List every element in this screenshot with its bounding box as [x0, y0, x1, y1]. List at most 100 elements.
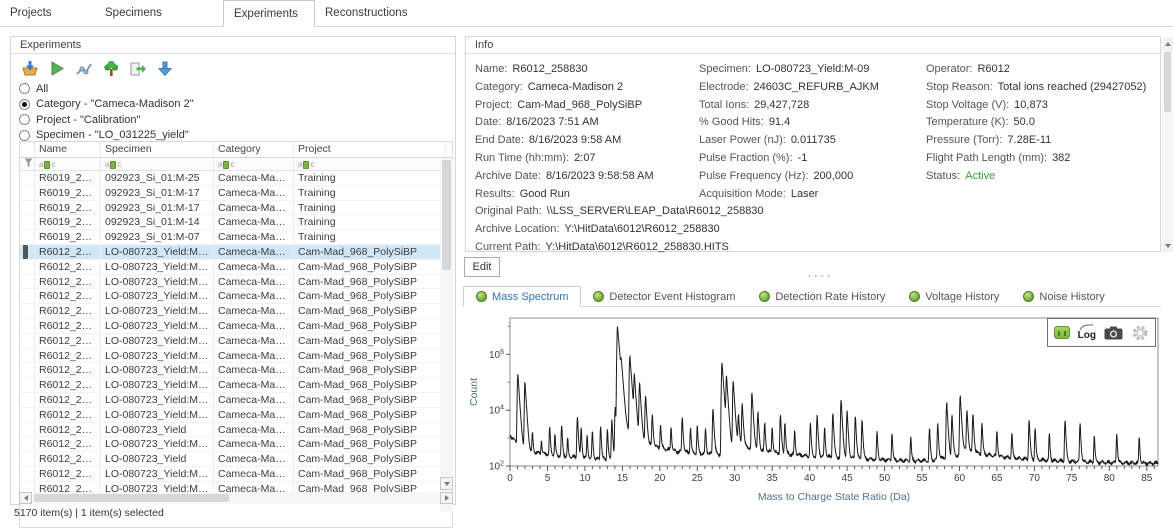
table-row[interactable]: R6019_261062092923_Si_01:M-14Cameca-Madi…: [20, 215, 452, 231]
radio-label: Category - "Cameca-Madison 2": [36, 98, 194, 110]
table-row[interactable]: R6012_258795LO-080723_YieldCameca-Madiso…: [20, 452, 452, 467]
info-vscroll-up-icon[interactable]: [1162, 38, 1173, 50]
table-row[interactable]: R6012_258823LO-080723_Yield:M-07Cameca-M…: [20, 333, 452, 349]
row-project: Cam-Mad_968_PolySiBP: [294, 289, 446, 304]
table-row[interactable]: R6019_261064092923_Si_01:M-17Cameca-Madi…: [20, 185, 452, 201]
info-panel: Info Name: R6012_258830 Category: Cameca-Ma…: [465, 36, 1161, 253]
radio-icon: [19, 129, 30, 141]
radio-label: Project - "Calibration": [36, 113, 141, 126]
download-icon[interactable]: [155, 59, 175, 78]
table-row[interactable]: R6012_258830LO-080723_Yield:M-09Cameca-M…: [20, 244, 452, 260]
filter-radio-project[interactable]: Project - "Calibration": [19, 112, 140, 127]
filter-radio-category[interactable]: Category - "Cameca-Madison 2": [19, 97, 194, 112]
table-hscroll-left-icon[interactable]: [19, 492, 32, 504]
row-name: R6012_258824: [35, 318, 101, 333]
tree-view-icon[interactable]: [101, 59, 121, 78]
filter-cell-specimen[interactable]: ac: [101, 158, 214, 170]
table-hscroll-right-icon[interactable]: [440, 492, 453, 504]
tab-projects[interactable]: Projects: [0, 0, 95, 27]
row-indicator-cell: [20, 363, 35, 378]
info-field-label: Archive Date:: [475, 169, 542, 182]
log-scale-toggle[interactable]: Log: [1078, 324, 1096, 341]
column-header-name[interactable]: Name: [35, 142, 101, 157]
table-row[interactable]: R6019_261063092923_Si_01:M-17Cameca-Madi…: [20, 200, 452, 216]
info-field: Total Ions: 29,427,728: [699, 99, 809, 111]
table-row[interactable]: R6012_258828LO-080723_Yield:M-13Cameca-M…: [20, 259, 452, 275]
export-icon[interactable]: [128, 59, 148, 78]
row-name: R6012_258826: [35, 289, 101, 304]
row-category: Cameca-Madison...: [214, 437, 294, 452]
column-header-category[interactable]: Category: [214, 142, 294, 157]
info-field-value: 24603C_REFURB_AJKM: [753, 80, 879, 93]
row-indicator-cell: [20, 407, 35, 422]
info-field-label: Flight Path Length (mm):: [926, 152, 1048, 164]
table-hscroll-thumb[interactable]: [34, 494, 229, 502]
range-icon[interactable]: [1053, 326, 1070, 339]
info-field: Acquisition Mode: Laser: [699, 188, 818, 200]
calibrate-icon[interactable]: [74, 59, 94, 78]
chart-tab-detection-rate-history[interactable]: Detection Rate History: [747, 286, 897, 307]
row-name: R6012_258800: [35, 392, 101, 407]
run-experiment-icon[interactable]: [47, 59, 67, 78]
info-vscroll-thumb[interactable]: [1164, 52, 1171, 112]
info-vscroll-down-icon[interactable]: [1162, 240, 1173, 252]
row-category: Cameca-Madison...: [214, 200, 294, 215]
table-row[interactable]: R6012_258824LO-080723_Yield:M-04Cameca-M…: [20, 318, 452, 334]
table-vscroll-thumb[interactable]: [442, 160, 451, 270]
row-indicator-cell: [20, 378, 35, 392]
table-row[interactable]: R6012_258826LO-080723_Yield:M-08Cameca-M…: [20, 289, 452, 305]
settings-gear-icon[interactable]: [1131, 324, 1149, 342]
chart-tab-voltage-history[interactable]: Voltage History: [897, 286, 1011, 307]
info-field-label: Project:: [475, 98, 513, 111]
chart-tab-detector-event-histogram[interactable]: Detector Event Histogram: [581, 286, 747, 307]
table-row[interactable]: R6012_258820LO-080723_Yield:M-06Cameca-M…: [20, 378, 452, 393]
x-tick-label: 35: [767, 473, 779, 484]
info-field-value: 8/16/2023 9:58:58 AM: [546, 169, 654, 182]
radio-icon: [19, 83, 30, 94]
table-row[interactable]: R6012_258800LO-080723_Yield:M-10Cameca-M…: [20, 392, 452, 408]
row-category: Cameca-Madison...: [214, 185, 294, 200]
x-tick-label: 40: [804, 473, 816, 484]
column-header-specimen[interactable]: Specimen: [101, 142, 214, 157]
filter-funnel-icon[interactable]: [20, 158, 35, 170]
table-row[interactable]: R6019_261061092923_Si_01:M-07Cameca-Madi…: [20, 230, 452, 245]
table-row[interactable]: R6012_258799LO-080723_Yield:M-02Cameca-M…: [20, 407, 452, 423]
table-row[interactable]: R6012_258821LO-080723_Yield:M-03Cameca-M…: [20, 363, 452, 379]
tab-specimens[interactable]: Specimens: [95, 0, 223, 27]
table-row[interactable]: R6019_261065092923_Si_01:M-25Cameca-Madi…: [20, 171, 452, 186]
tab-experiments[interactable]: Experiments: [223, 0, 315, 27]
x-axis-label: Mass to Charge State Ratio (Da): [758, 491, 910, 503]
filter-cell-category[interactable]: ac: [214, 158, 294, 170]
filter-radio-all[interactable]: All: [19, 81, 48, 96]
table-row[interactable]: R6012_258822LO-080723_Yield:M-11Cameca-M…: [20, 348, 452, 364]
edit-button[interactable]: Edit: [464, 257, 500, 277]
table-row[interactable]: R6012_258827LO-080723_Yield:M-05Cameca-M…: [20, 274, 452, 290]
row-specimen: LO-080723_Yield:M-09: [101, 244, 214, 259]
info-field-label: Name:: [475, 63, 508, 75]
row-project: Cam-Mad_968_PolySiBP: [294, 363, 446, 378]
table-row[interactable]: R6012_258825LO-080723_Yield:M-12Cameca-M…: [20, 304, 452, 319]
row-specimen: LO-080723_Yield:M-13: [101, 259, 214, 274]
info-field-value: R6012: [977, 63, 1010, 75]
row-category: Cameca-Madison...: [214, 318, 294, 333]
info-field-label: Laser Power (nJ):: [699, 134, 786, 147]
panel-splitter-handle[interactable]: ····: [760, 268, 880, 283]
info-field-value: 382: [1052, 152, 1071, 164]
column-header-project[interactable]: Project: [294, 142, 446, 157]
table-row[interactable]: R6012_258797LO-080723_YieldCameca-Madiso…: [20, 422, 452, 438]
row-specimen: LO-080723_Yield:M-02: [101, 407, 214, 422]
filter-cell-project[interactable]: ac: [294, 158, 446, 170]
chart-tab-noise-history[interactable]: Noise History: [1011, 286, 1116, 307]
info-field-value: Laser: [790, 187, 819, 200]
camera-icon[interactable]: [1104, 326, 1123, 340]
table-vscroll-down-icon[interactable]: [440, 477, 453, 490]
filter-cell-name[interactable]: ac: [35, 158, 101, 170]
chart-tab-mass-spectrum[interactable]: Mass Spectrum: [463, 286, 582, 307]
tab-reconstructions[interactable]: Reconstructions: [315, 0, 445, 27]
table-row[interactable]: R6012_258796LO-080723_Yield:M-01Cameca-M…: [20, 437, 452, 453]
row-specimen: LO-080723_Yield:M-03: [101, 363, 214, 378]
table-row[interactable]: R6012_258794LO-080723_Yield:M-01Cameca-M…: [20, 466, 452, 482]
row-name: R6012_258796: [35, 437, 101, 452]
import-experiment-icon[interactable]: [20, 59, 40, 78]
row-project: Cam-Mad_968_PolySiBP: [294, 452, 446, 466]
